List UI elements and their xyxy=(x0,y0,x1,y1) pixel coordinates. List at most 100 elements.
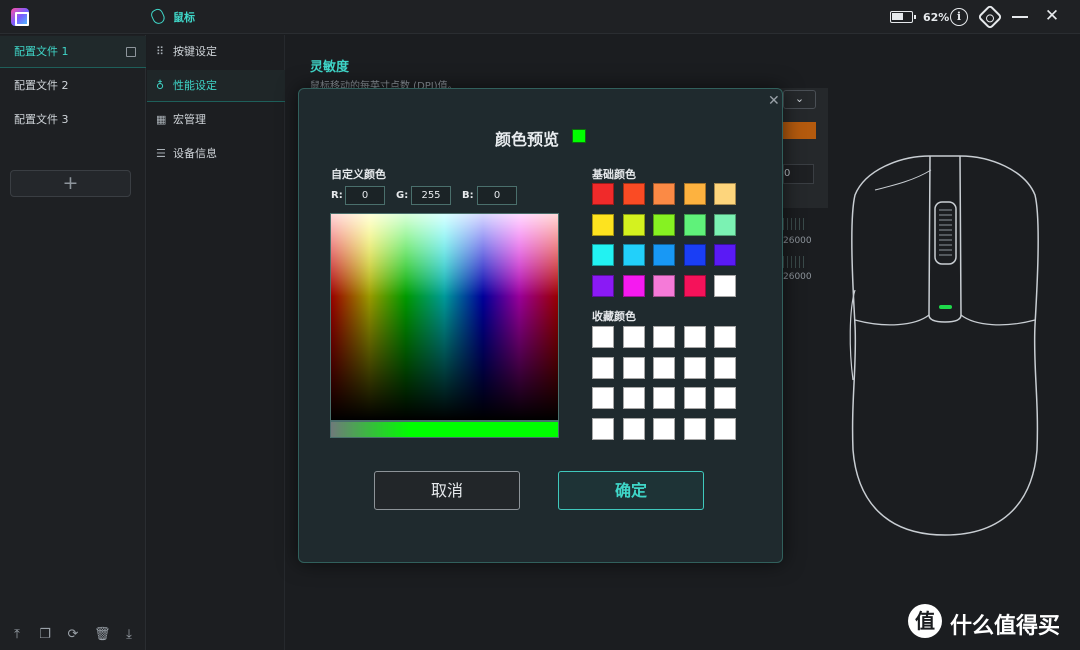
basic-color-swatch[interactable] xyxy=(622,213,645,236)
nav-item-macro[interactable]: ▦ 宏管理 xyxy=(147,104,285,136)
basic-color-swatch[interactable] xyxy=(653,274,675,297)
basic-color-swatch[interactable] xyxy=(592,274,614,297)
favorite-color-swatch[interactable] xyxy=(622,356,645,379)
basic-color-swatch[interactable] xyxy=(683,213,706,236)
profile-sidebar: 配置文件 1 配置文件 2 配置文件 3 + ⤒ ❐ ⟳ 🗑 ⤓ xyxy=(0,35,146,650)
add-profile-button[interactable]: + xyxy=(10,170,131,197)
favorite-color-swatch[interactable] xyxy=(714,326,736,348)
g-input[interactable] xyxy=(411,186,451,205)
favorite-colors-label: 收藏颜色 xyxy=(592,310,636,323)
favorite-color-swatch[interactable] xyxy=(653,326,675,348)
profile-toolbar: ⤒ ❐ ⟳ 🗑 ⤓ xyxy=(0,620,146,650)
dpi-dropdown[interactable]: ⌄ xyxy=(783,90,816,109)
b-input[interactable] xyxy=(477,186,517,205)
mouse-icon xyxy=(149,7,167,26)
basic-color-swatch[interactable] xyxy=(622,183,645,205)
basic-color-swatch[interactable] xyxy=(622,244,645,266)
title-bar: 鼠标 62% i ✕ xyxy=(0,0,1080,34)
favorite-color-swatch[interactable] xyxy=(714,356,736,379)
basic-color-swatch[interactable] xyxy=(653,183,675,205)
favorite-color-swatch[interactable] xyxy=(683,387,706,409)
nav-item-label: 性能设定 xyxy=(173,79,217,92)
favorite-color-grid xyxy=(592,326,736,440)
r-input[interactable] xyxy=(345,186,385,205)
profile-item-1[interactable]: 配置文件 1 xyxy=(0,36,146,68)
color-spectrum[interactable] xyxy=(330,213,559,421)
macro-icon: ▦ xyxy=(156,113,167,126)
favorite-color-swatch[interactable] xyxy=(714,417,736,440)
nav-item-buttons[interactable]: ⠿ 按键设定 xyxy=(147,36,285,68)
favorite-color-swatch[interactable] xyxy=(622,326,645,348)
nav-item-label: 按键设定 xyxy=(173,45,217,58)
import-icon[interactable]: ⤓ xyxy=(122,628,136,642)
dialog-close-button[interactable]: ✕ xyxy=(768,94,780,108)
nav-item-label: 宏管理 xyxy=(173,113,206,126)
favorite-color-swatch[interactable] xyxy=(683,417,706,440)
dpi-tick-label: 26000 xyxy=(783,236,812,246)
basic-color-swatch[interactable] xyxy=(714,274,736,297)
b-label: B: xyxy=(462,190,474,201)
basic-color-swatch[interactable] xyxy=(622,274,645,297)
watermark-text: 什么值得买 xyxy=(950,614,1061,639)
basic-color-swatch[interactable] xyxy=(592,213,614,236)
favorite-color-swatch[interactable] xyxy=(714,387,736,409)
nav-item-label: 设备信息 xyxy=(173,147,217,160)
favorite-color-swatch[interactable] xyxy=(592,417,614,440)
dpi-tick-label: 26000 xyxy=(783,272,812,282)
info-icon[interactable]: i xyxy=(950,8,968,26)
app-logo-icon xyxy=(11,8,29,26)
basic-color-swatch[interactable] xyxy=(714,244,736,266)
basic-color-swatch[interactable] xyxy=(592,244,614,266)
edit-icon[interactable] xyxy=(126,47,136,57)
cancel-button[interactable]: 取消 xyxy=(374,471,520,510)
profile-label: 配置文件 2 xyxy=(14,79,69,92)
delete-icon[interactable]: 🗑 xyxy=(94,628,111,642)
basic-color-swatch[interactable] xyxy=(683,244,706,266)
close-window-button[interactable]: ✕ xyxy=(1043,8,1061,26)
basic-color-swatch[interactable] xyxy=(683,274,706,297)
nav-item-performance[interactable]: ♁ 性能设定 xyxy=(147,70,285,102)
list-icon: ☰ xyxy=(156,147,166,160)
profile-label: 配置文件 3 xyxy=(14,113,69,126)
profile-item-3[interactable]: 配置文件 3 xyxy=(0,104,146,136)
favorite-color-swatch[interactable] xyxy=(622,387,645,409)
basic-color-swatch[interactable] xyxy=(653,244,675,266)
basic-color-swatch[interactable] xyxy=(683,183,706,205)
basic-color-swatch[interactable] xyxy=(714,183,736,205)
basic-colors-label: 基础颜色 xyxy=(592,168,636,181)
r-label: R: xyxy=(331,190,343,201)
performance-icon: ♁ xyxy=(156,79,165,92)
basic-color-swatch[interactable] xyxy=(714,213,736,236)
dpi-slider-track[interactable] xyxy=(783,256,807,268)
favorite-color-swatch[interactable] xyxy=(653,356,675,379)
dialog-title: 颜色预览 xyxy=(495,130,560,149)
color-preview-swatch xyxy=(572,129,586,143)
confirm-button[interactable]: 确定 xyxy=(558,471,704,510)
favorite-color-swatch[interactable] xyxy=(592,356,614,379)
favorite-color-swatch[interactable] xyxy=(592,387,614,409)
favorite-color-swatch[interactable] xyxy=(592,326,614,348)
mouse-illustration xyxy=(849,155,1039,536)
minimize-button[interactable] xyxy=(1012,16,1028,18)
settings-icon[interactable] xyxy=(977,4,1003,30)
dpi-value-box[interactable]: 0 xyxy=(783,164,814,184)
basic-color-swatch[interactable] xyxy=(592,183,614,205)
export-icon[interactable]: ⤒ xyxy=(10,628,24,642)
profile-label: 配置文件 1 xyxy=(14,45,69,58)
dpi-color-bar[interactable] xyxy=(783,122,816,139)
basic-color-grid xyxy=(592,183,736,297)
custom-color-label: 自定义颜色 xyxy=(331,168,386,181)
dpi-slider-track[interactable] xyxy=(783,218,807,230)
favorite-color-swatch[interactable] xyxy=(622,417,645,440)
favorite-color-swatch[interactable] xyxy=(683,356,706,379)
copy-icon[interactable]: ❐ xyxy=(38,628,52,642)
favorite-color-swatch[interactable] xyxy=(653,417,675,440)
profile-item-2[interactable]: 配置文件 2 xyxy=(0,70,146,102)
favorite-color-swatch[interactable] xyxy=(653,387,675,409)
favorite-color-swatch[interactable] xyxy=(683,326,706,348)
basic-color-swatch[interactable] xyxy=(653,213,675,236)
nav-item-device-info[interactable]: ☰ 设备信息 xyxy=(147,138,285,170)
device-tab-label[interactable]: 鼠标 xyxy=(173,9,195,25)
reset-icon[interactable]: ⟳ xyxy=(66,628,80,642)
brightness-strip[interactable] xyxy=(330,421,559,438)
